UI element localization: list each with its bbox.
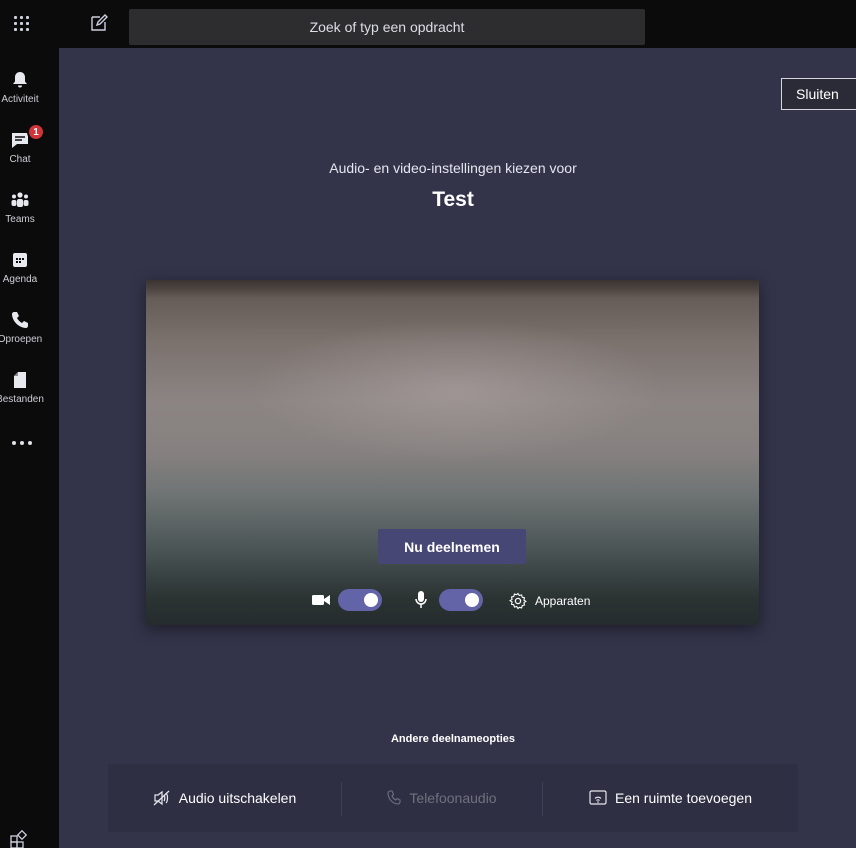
camera-icon — [312, 595, 330, 605]
apps-store-icon[interactable] — [8, 828, 30, 848]
search-input[interactable]: Zoek of typ een opdracht — [129, 9, 645, 45]
phone-audio-option: Telefoonaudio — [342, 764, 542, 832]
rail-item-files[interactable]: Bestanden — [0, 360, 59, 418]
microphone-icon — [415, 591, 427, 608]
other-options-title: Andere deelnameopties — [390, 733, 516, 745]
devices-button[interactable]: Apparaten — [509, 591, 590, 611]
microphone-toggle[interactable] — [439, 589, 483, 611]
other-join-options: Audio uitschakelen Telefoonaudio Een rui… — [108, 764, 798, 832]
phone-icon — [387, 790, 401, 805]
video-preview: Nu deelnemen Apparaten — [146, 280, 759, 625]
settings-subtitle: Audio- en video-instellingen kiezen voor — [329, 160, 577, 176]
join-now-button[interactable]: Nu deelnemen — [378, 529, 526, 564]
cast-icon — [589, 790, 607, 805]
speaker-off-icon — [153, 790, 170, 806]
more-apps-icon[interactable] — [8, 432, 38, 452]
meeting-title: Test — [432, 188, 474, 211]
top-bar: Zoek of typ een opdracht — [0, 0, 856, 48]
gear-icon — [509, 592, 527, 610]
rail-label: Oproepen — [0, 334, 43, 345]
rail-label: Activiteit — [1, 94, 39, 105]
rail-label: Teams — [5, 214, 35, 225]
new-chat-icon[interactable] — [88, 12, 110, 34]
rail-item-activity[interactable]: Activiteit — [0, 60, 59, 118]
file-icon — [14, 372, 26, 388]
calendar-icon — [13, 253, 27, 267]
add-room-option[interactable]: Een ruimte toevoegen — [543, 764, 798, 832]
devices-label: Apparaten — [535, 594, 591, 608]
bell-icon — [13, 72, 27, 88]
add-room-label: Een ruimte toevoegen — [615, 790, 752, 806]
camera-toggle[interactable] — [338, 589, 382, 611]
unread-badge: 1 — [27, 123, 45, 141]
audio-off-option[interactable]: Audio uitschakelen — [108, 764, 341, 832]
app-launcher-icon[interactable] — [8, 10, 36, 38]
audio-off-label: Audio uitschakelen — [178, 790, 297, 806]
rail-label: Bestanden — [0, 394, 44, 405]
rail-item-calls[interactable]: Oproepen — [0, 300, 59, 358]
close-button[interactable]: Sluiten — [781, 78, 856, 110]
phone-icon — [12, 312, 28, 328]
rail-label: Agenda — [2, 274, 38, 285]
phone-audio-label: Telefoonaudio — [409, 790, 497, 806]
rail-item-agenda[interactable]: Agenda — [0, 240, 59, 298]
